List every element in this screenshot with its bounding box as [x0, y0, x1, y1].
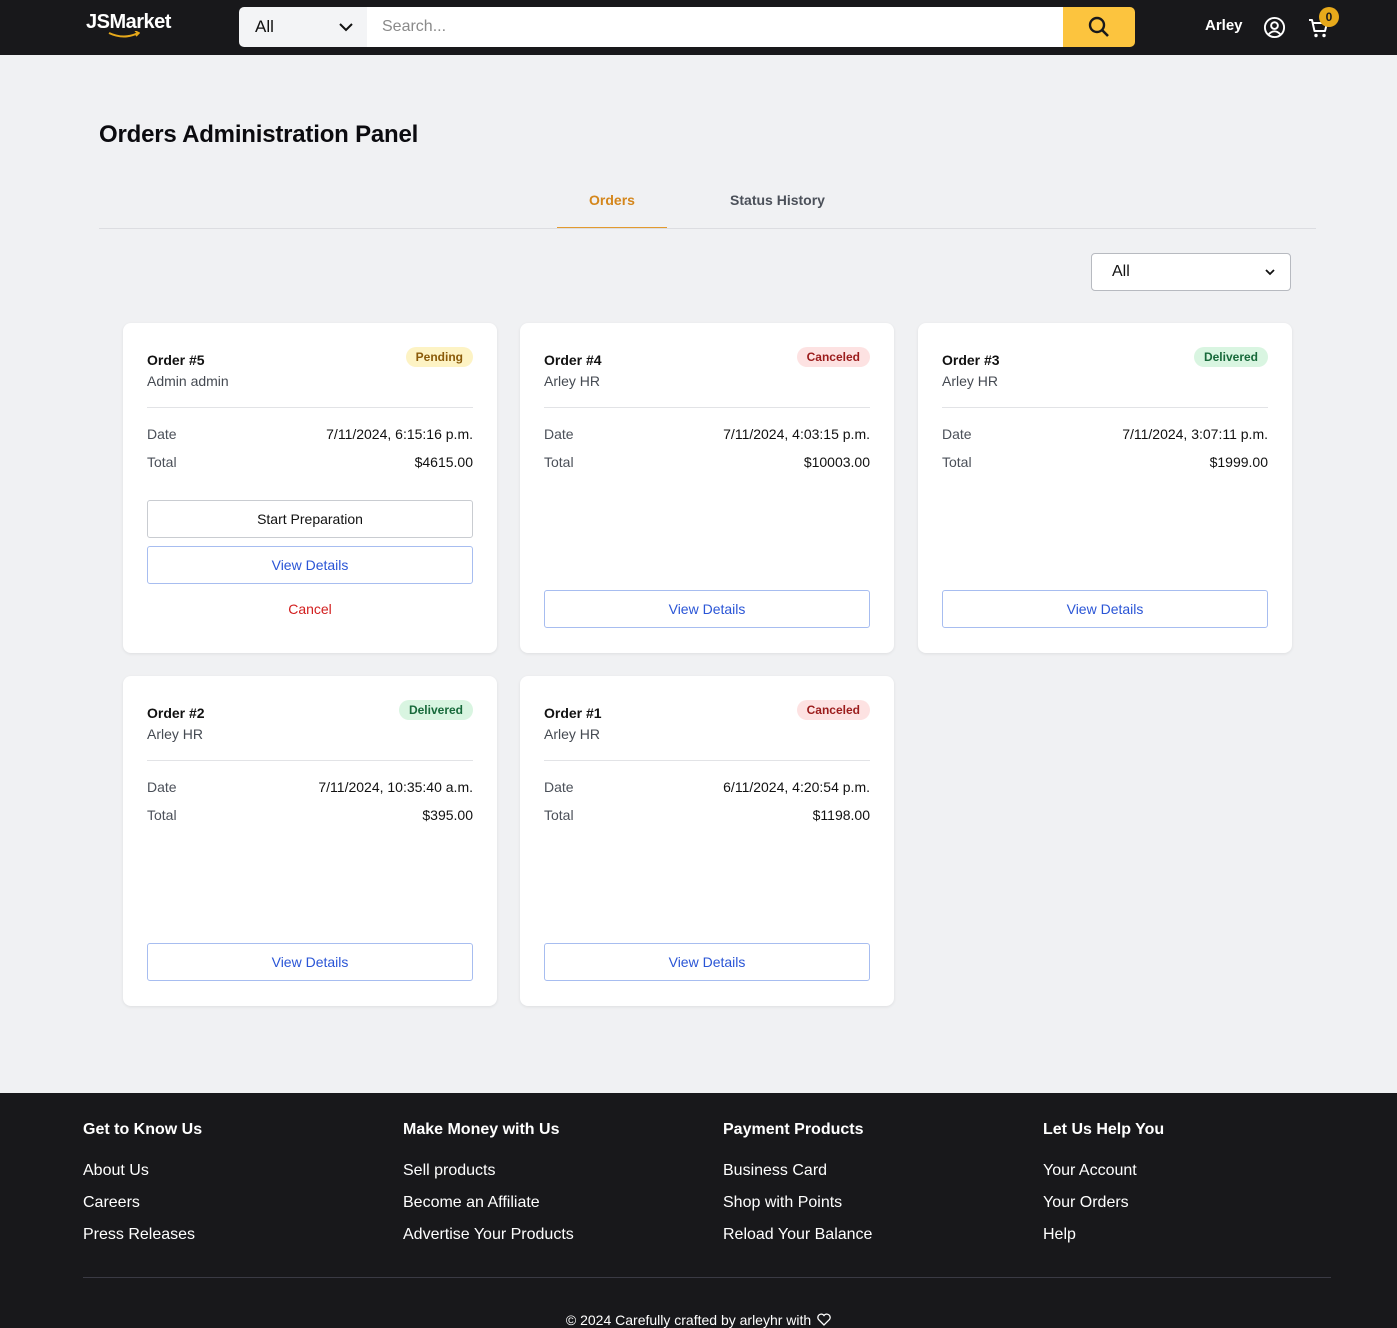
footer-link[interactable]: Advertise Your Products [403, 1225, 574, 1257]
order-total: $395.00 [422, 807, 473, 823]
footer-column-title: Let Us Help You [1043, 1121, 1165, 1138]
view-details-button[interactable]: View Details [147, 943, 473, 981]
chevron-down-icon [339, 23, 353, 32]
view-details-button[interactable]: View Details [544, 590, 870, 628]
start-preparation-button[interactable]: Start Preparation [147, 500, 473, 538]
chevron-down-icon [1265, 269, 1275, 276]
view-details-button[interactable]: View Details [942, 590, 1268, 628]
search-bar: All [239, 7, 1135, 47]
cancel-order-button[interactable]: Cancel [147, 601, 473, 617]
order-customer: Arley HR [544, 726, 601, 742]
order-customer: Arley HR [147, 726, 204, 742]
footer-link[interactable]: Your Account [1043, 1161, 1164, 1193]
tab-status-history[interactable]: Status History [705, 192, 850, 229]
total-label: Total [147, 807, 177, 823]
status-filter-value: All [1112, 263, 1130, 280]
order-date: 7/11/2024, 4:03:15 p.m. [723, 426, 870, 442]
site-footer: Get to Know Us About Us Careers Press Re… [0, 1093, 1397, 1328]
tabs-divider [99, 228, 1316, 229]
view-details-button[interactable]: View Details [544, 943, 870, 981]
status-badge: Canceled [796, 347, 870, 367]
top-navbar: JSMarket All Arley 0 [0, 0, 1397, 55]
date-label: Date [544, 426, 574, 442]
footer-link[interactable]: Press Releases [83, 1225, 202, 1257]
total-label: Total [544, 454, 574, 470]
order-total: $1198.00 [812, 807, 870, 823]
footer-link[interactable]: Shop with Points [723, 1193, 872, 1225]
order-total: $4615.00 [414, 454, 473, 470]
order-total: $10003.00 [803, 454, 870, 470]
heart-icon [817, 1313, 831, 1326]
footer-link[interactable]: Become an Affiliate [403, 1193, 574, 1225]
order-customer: Arley HR [942, 373, 999, 389]
order-id: Order #4 [544, 352, 602, 368]
total-label: Total [147, 454, 177, 470]
order-id: Order #3 [942, 352, 1000, 368]
order-id: Order #2 [147, 705, 205, 721]
search-category-select[interactable]: All [239, 7, 367, 47]
order-date: 7/11/2024, 3:07:11 p.m. [1122, 426, 1268, 442]
footer-column-title: Payment Products [723, 1121, 864, 1138]
status-badge: Delivered [398, 700, 473, 720]
order-card: Order #5 Admin admin Pending Date 7/11/2… [123, 323, 497, 653]
order-customer: Admin admin [147, 373, 229, 389]
page-title: Orders Administration Panel [99, 121, 419, 148]
card-divider [544, 760, 870, 761]
footer-divider [83, 1277, 1331, 1278]
order-card: Order #2 Arley HR Delivered Date 7/11/20… [123, 676, 497, 1006]
date-label: Date [544, 779, 574, 795]
order-date: 6/11/2024, 4:20:54 p.m. [723, 779, 870, 795]
date-label: Date [942, 426, 972, 442]
search-category-value: All [255, 17, 274, 36]
date-label: Date [147, 779, 177, 795]
total-label: Total [942, 454, 972, 470]
footer-link[interactable]: Help [1043, 1225, 1164, 1257]
order-id: Order #5 [147, 352, 205, 368]
footer-link[interactable]: Reload Your Balance [723, 1225, 872, 1257]
search-input[interactable] [367, 7, 1063, 47]
order-date: 7/11/2024, 6:15:16 p.m. [326, 426, 473, 442]
footer-column-title: Get to Know Us [83, 1121, 203, 1138]
order-date: 7/11/2024, 10:35:40 a.m. [318, 779, 473, 795]
footer-link[interactable]: About Us [83, 1161, 202, 1193]
search-button[interactable] [1063, 7, 1135, 47]
order-customer: Arley HR [544, 373, 601, 389]
user-account-icon[interactable] [1263, 16, 1286, 39]
view-details-button[interactable]: View Details [147, 546, 473, 584]
footer-link[interactable]: Your Orders [1043, 1193, 1164, 1225]
total-label: Total [544, 807, 574, 823]
footer-link[interactable]: Business Card [723, 1161, 872, 1193]
status-filter-select[interactable]: All [1091, 253, 1291, 291]
copyright-text: © 2024 Carefully crafted by arleyhr with [0, 1312, 1397, 1328]
card-divider [147, 407, 473, 408]
user-name[interactable]: Arley [1205, 17, 1243, 34]
status-badge: Canceled [796, 700, 870, 720]
order-card: Order #1 Arley HR Canceled Date 6/11/202… [520, 676, 894, 1006]
footer-column: Payment Products Business Card Shop with… [723, 1121, 872, 1257]
order-id: Order #1 [544, 705, 602, 721]
date-label: Date [147, 426, 177, 442]
cart-count-badge: 0 [1319, 7, 1339, 27]
footer-column: Let Us Help You Your Account Your Orders… [1043, 1121, 1164, 1257]
status-badge: Pending [405, 347, 473, 367]
footer-column: Make Money with Us Sell products Become … [403, 1121, 574, 1257]
logo-smile-icon [108, 31, 140, 38]
order-card: Order #3 Arley HR Delivered Date 7/11/20… [918, 323, 1292, 653]
footer-link[interactable]: Sell products [403, 1161, 574, 1193]
footer-column-title: Make Money with Us [403, 1121, 560, 1138]
footer-link[interactable]: Careers [83, 1193, 202, 1225]
status-badge: Delivered [1193, 347, 1268, 367]
card-divider [147, 760, 473, 761]
order-card: Order #4 Arley HR Canceled Date 7/11/202… [520, 323, 894, 653]
card-divider [942, 407, 1268, 408]
copyright-label: © 2024 Carefully crafted by arleyhr with [565, 1312, 812, 1328]
tab-orders[interactable]: Orders [557, 192, 667, 229]
card-divider [544, 407, 870, 408]
search-icon [1088, 16, 1109, 37]
footer-column: Get to Know Us About Us Careers Press Re… [83, 1121, 202, 1257]
order-total: $1999.00 [1209, 454, 1268, 470]
